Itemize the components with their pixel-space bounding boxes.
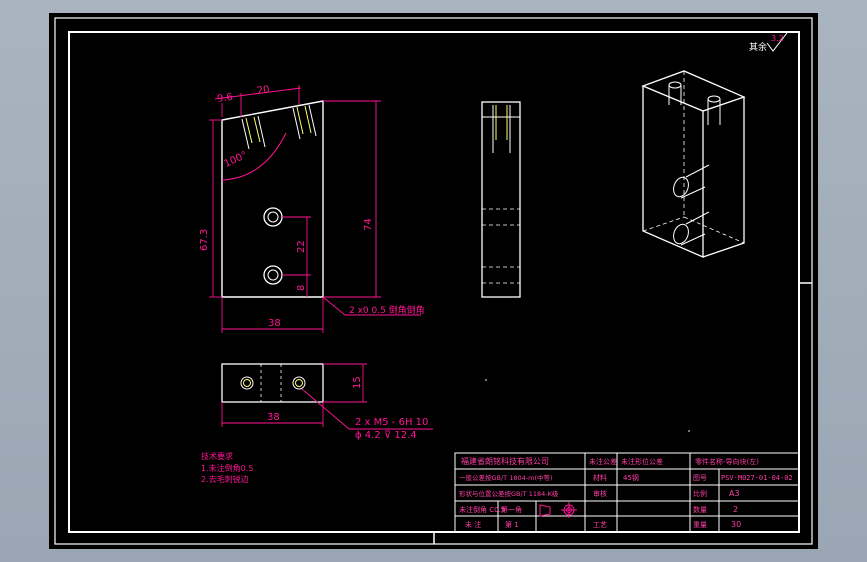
tb-h-tol: 未注公差	[589, 457, 617, 466]
surface-finish-symbol: 其余 3.2	[749, 32, 788, 53]
dim-22: 22	[296, 240, 307, 253]
front-view-dim-text: 9.6 20 67.3 74 22 8 38 2 x0 0.5 倒角倒角	[199, 84, 425, 329]
cad-viewport[interactable]: 其余 3.2 100° 9.6 20 67.3 74 22 8 38 2 x0 …	[49, 13, 818, 549]
tb-h-process: 工艺	[593, 521, 607, 529]
front-hole-lower	[263, 265, 283, 285]
tech-heading: 技术要求	[201, 451, 233, 461]
isometric-view	[641, 70, 746, 258]
tb-h-scale: 比例	[693, 489, 707, 498]
tb-general-tol: 一般公差按GB/T 1804-m(中等)	[459, 473, 553, 482]
front-hole-upper	[263, 207, 283, 227]
surface-finish-label: 其余	[749, 41, 767, 53]
tb-h-material: 材料	[593, 473, 607, 482]
front-view-dimensions	[209, 85, 421, 333]
dim-74: 74	[363, 218, 374, 231]
side-view	[481, 101, 521, 298]
hole-note-line2: ϕ 4.2 ⊽ 12.4	[355, 430, 417, 441]
tb-h-material-val: 45钢	[623, 473, 639, 482]
title-block: 福建省朗铭科技有限公司 一般公差按GB/T 1804-m(中等) 形状与位置公差…	[454, 452, 800, 533]
tb-h-drawing-no: 图号	[693, 474, 707, 482]
tb-weight: 30	[731, 520, 741, 529]
angle-dim: 100°	[223, 150, 249, 170]
technical-requirements: 技术要求 1.未注倒角0.5 2.去毛刺锐边	[201, 451, 253, 484]
tb-h-weight: 重量	[693, 521, 707, 529]
stray-point	[688, 430, 690, 432]
dim-67-3: 67.3	[199, 229, 210, 251]
bottom-view-dim-text: 38 15 2 x M5 - 6H 10 ϕ 4.2 ⊽ 12.4	[267, 376, 428, 441]
tb-company: 福建省朗铭科技有限公司	[461, 456, 549, 466]
tb-geo-tol: 形状与位置公差按GB/T 1184-K级	[459, 489, 559, 498]
chamfer-note: 2 x0 0.5 倒角倒角	[349, 304, 425, 316]
stray-point	[485, 379, 487, 381]
dim-38-bottom: 38	[267, 412, 280, 423]
drawing-canvas[interactable]: 其余 3.2 100° 9.6 20 67.3 74 22 8 38 2 x0 …	[49, 13, 818, 549]
hole-note-line1: 2 x M5 - 6H 10	[355, 417, 428, 428]
dim-15: 15	[352, 376, 363, 389]
front-view: 100°	[221, 100, 324, 298]
tb-h-qty: 数量	[693, 505, 707, 514]
tb-scale: A3	[729, 489, 740, 498]
dim-9-6: 9.6	[216, 92, 233, 105]
tb-projection: 第一角	[501, 505, 522, 514]
tech-item-2: 2.去毛刺锐边	[201, 474, 249, 484]
tb-sheet-b: 第 1	[505, 520, 519, 529]
tb-qty: 2	[733, 505, 738, 514]
surface-finish-value: 3.2	[771, 34, 784, 43]
tb-chamfer: 未注倒角 C0.5	[459, 505, 505, 514]
tb-sheet-a: 未 注	[465, 520, 481, 529]
dim-38-front: 38	[268, 318, 281, 329]
tb-drawing-no: PSV-M027-01-04-02	[721, 474, 793, 482]
dim-20: 20	[256, 84, 270, 97]
tb-part-name: 零件名称-导向块(左)	[695, 457, 759, 466]
dim-8: 8	[296, 285, 307, 291]
tech-item-1: 1.未注倒角0.5	[201, 463, 253, 473]
bottom-view	[221, 363, 324, 403]
tb-h-review: 审核	[593, 489, 607, 498]
tb-h-tol-val: 未注形位公差	[621, 457, 663, 466]
